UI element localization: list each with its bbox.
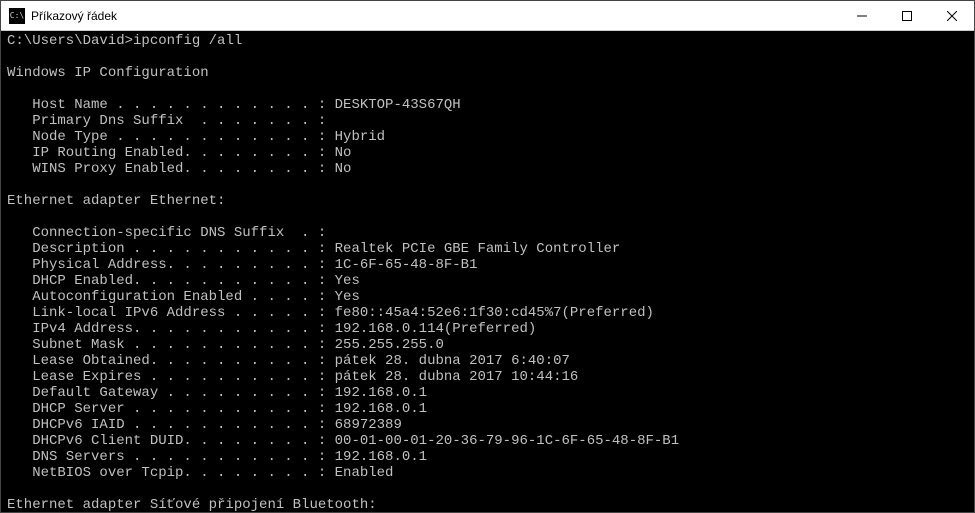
- wins-proxy-row: WINS Proxy Enabled. . . . . . . . : No: [7, 161, 351, 177]
- description-row: Description . . . . . . . . . . . : Real…: [7, 241, 620, 257]
- prompt-command: ipconfig /all: [133, 33, 242, 49]
- physical-address-row: Physical Address. . . . . . . . . : 1C-6…: [7, 257, 477, 273]
- primary-dns-suffix-row: Primary Dns Suffix . . . . . . . :: [7, 113, 326, 129]
- dhcp-enabled-row: DHCP Enabled. . . . . . . . . . . : Yes: [7, 273, 360, 289]
- ip-config-header: Windows IP Configuration: [7, 65, 209, 81]
- prompt-path: C:\Users\David>: [7, 33, 133, 49]
- host-name-row: Host Name . . . . . . . . . . . . : DESK…: [7, 97, 461, 113]
- lease-expires-row: Lease Expires . . . . . . . . . . : páte…: [7, 369, 578, 385]
- cmd-icon: C:\: [9, 8, 25, 24]
- dns-servers-row: DNS Servers . . . . . . . . . . . : 192.…: [7, 449, 427, 465]
- link-local-ipv6-row: Link-local IPv6 Address . . . . . : fe80…: [7, 305, 654, 321]
- window-title: Příkazový řádek: [31, 9, 839, 23]
- maximize-button[interactable]: [884, 1, 929, 30]
- connection-suffix-row: Connection-specific DNS Suffix . :: [7, 225, 326, 241]
- autoconfig-row: Autoconfiguration Enabled . . . . : Yes: [7, 289, 360, 305]
- lease-obtained-row: Lease Obtained. . . . . . . . . . : páte…: [7, 353, 570, 369]
- ethernet-adapter-header: Ethernet adapter Ethernet:: [7, 193, 225, 209]
- window-controls: [839, 1, 974, 30]
- node-type-row: Node Type . . . . . . . . . . . . : Hybr…: [7, 129, 385, 145]
- netbios-row: NetBIOS over Tcpip. . . . . . . . : Enab…: [7, 465, 393, 481]
- minimize-button[interactable]: [839, 1, 884, 30]
- dhcpv6-duid-row: DHCPv6 Client DUID. . . . . . . . : 00-0…: [7, 433, 679, 449]
- subnet-mask-row: Subnet Mask . . . . . . . . . . . : 255.…: [7, 337, 444, 353]
- close-button[interactable]: [929, 1, 974, 30]
- ipv4-address-row: IPv4 Address. . . . . . . . . . . : 192.…: [7, 321, 536, 337]
- dhcpv6-iaid-row: DHCPv6 IAID . . . . . . . . . . . : 6897…: [7, 417, 402, 433]
- ip-routing-row: IP Routing Enabled. . . . . . . . : No: [7, 145, 351, 161]
- console-output[interactable]: C:\Users\David>ipconfig /all Windows IP …: [1, 31, 974, 512]
- command-prompt-window: C:\ Příkazový řádek C:\Users\David>ipcon…: [0, 0, 975, 513]
- dhcp-server-row: DHCP Server . . . . . . . . . . . : 192.…: [7, 401, 427, 417]
- bluetooth-adapter-header: Ethernet adapter Síťové připojení Blueto…: [7, 497, 377, 512]
- title-bar: C:\ Příkazový řádek: [1, 1, 974, 31]
- prompt-line: C:\Users\David>ipconfig /all: [7, 33, 242, 49]
- default-gateway-row: Default Gateway . . . . . . . . . : 192.…: [7, 385, 427, 401]
